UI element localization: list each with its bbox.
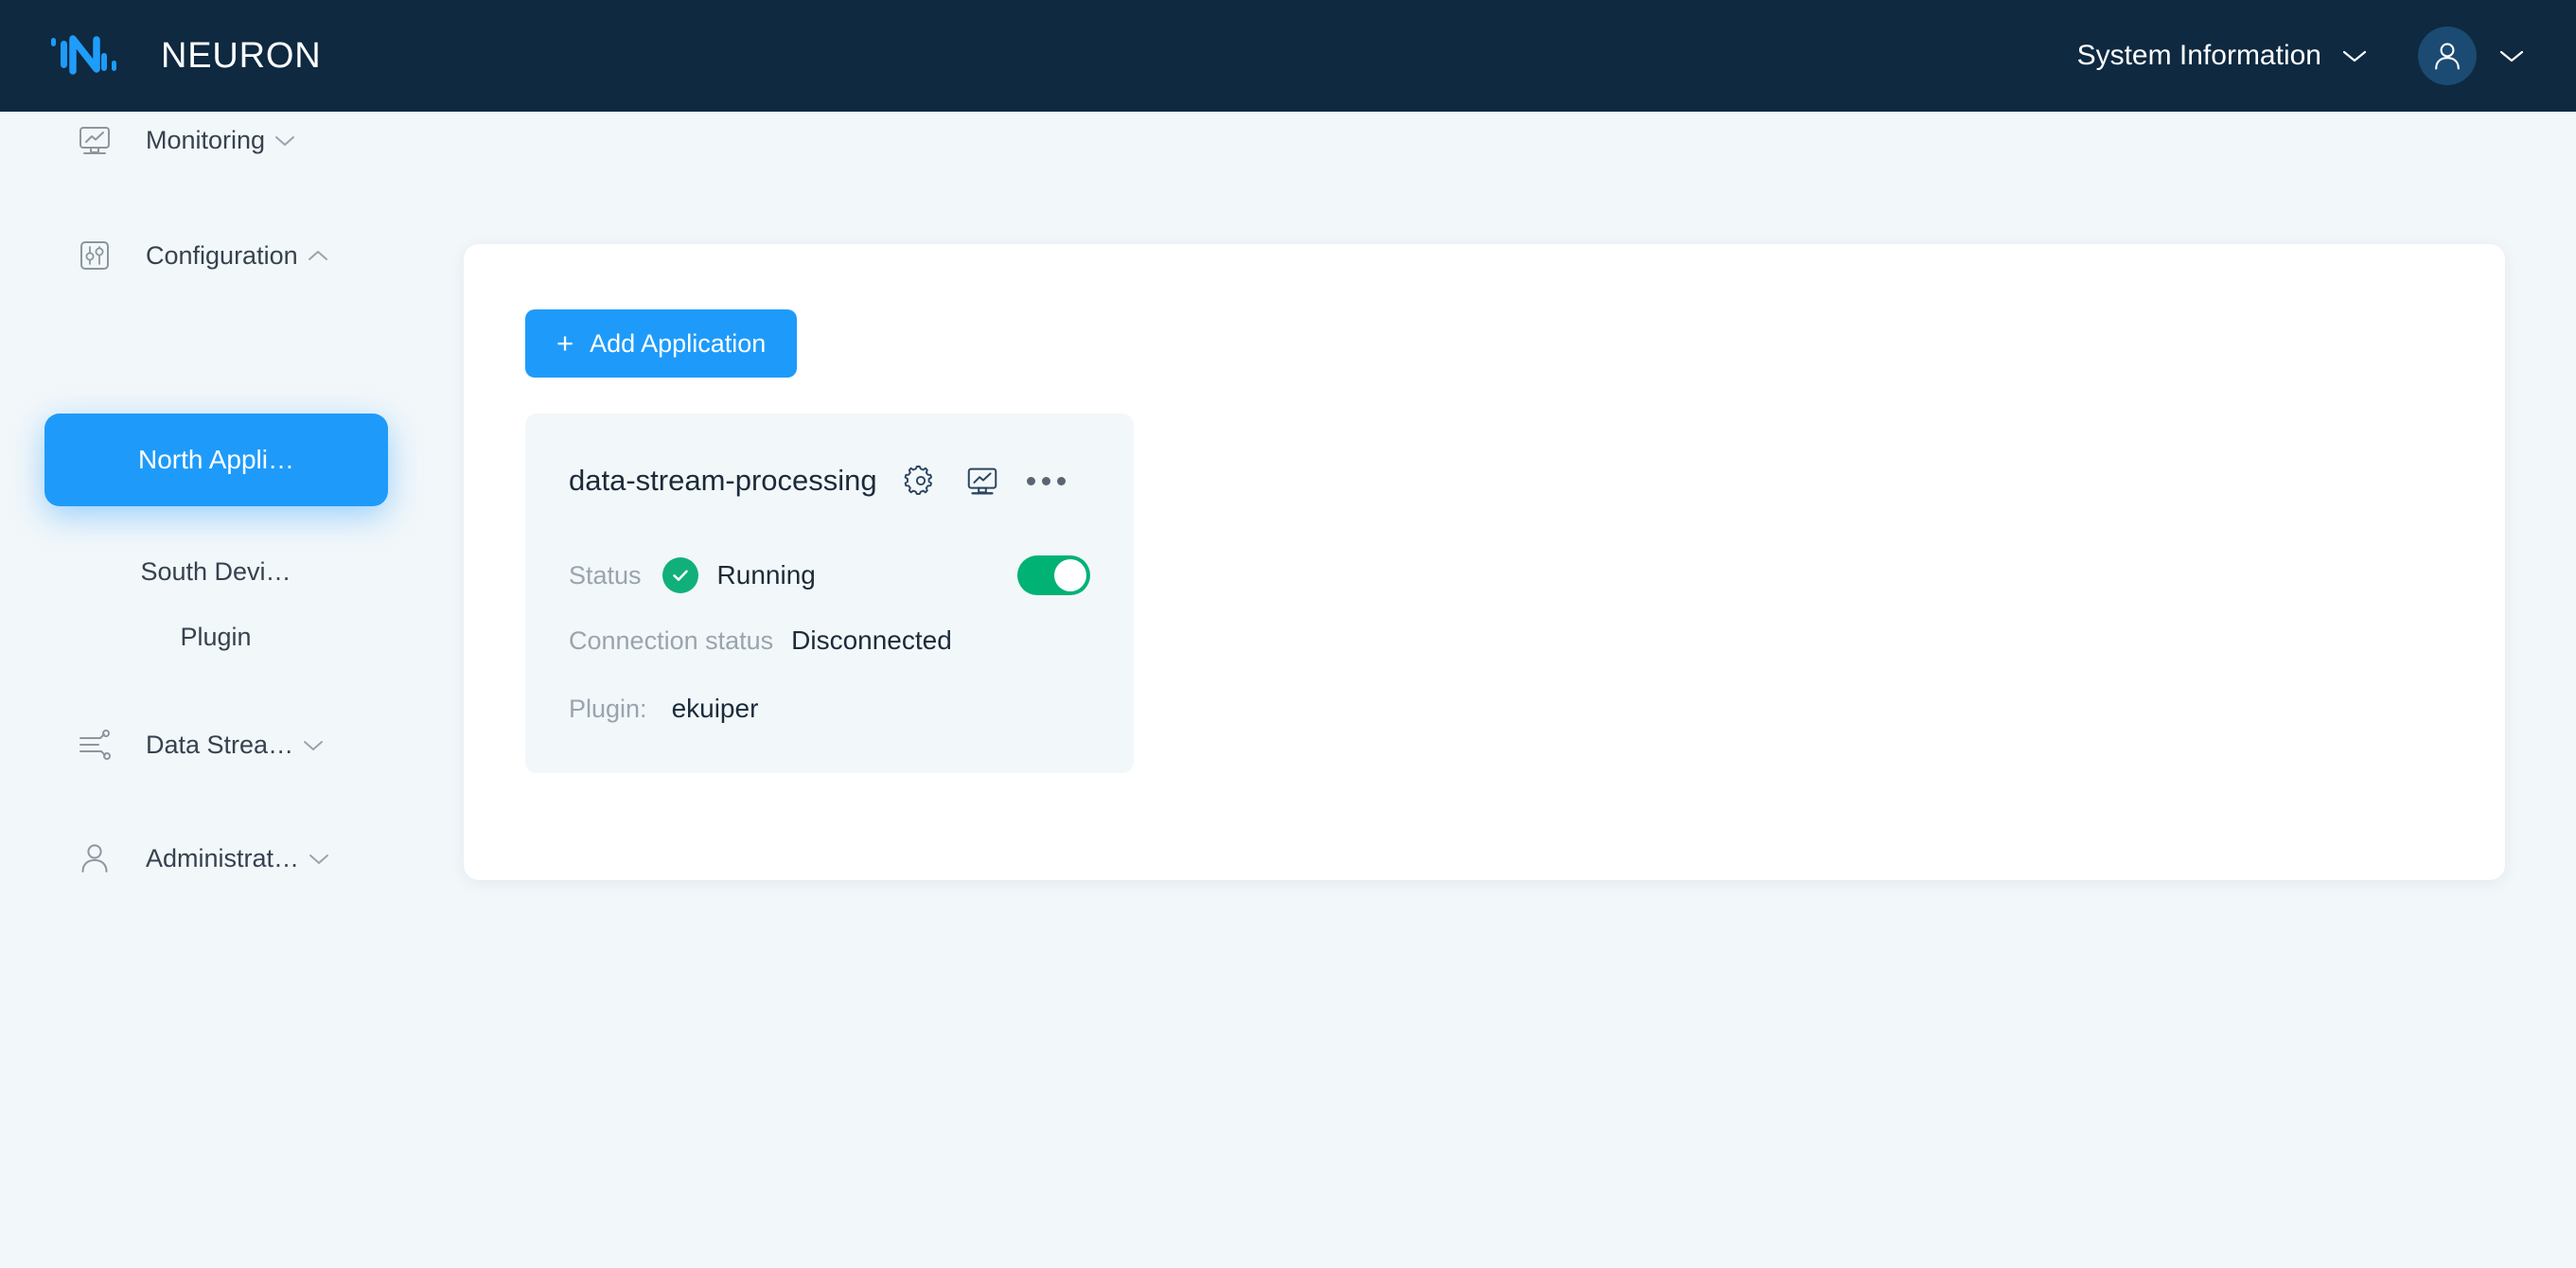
- user-icon: [74, 837, 115, 879]
- sidebar: Monitoring Configuration North Appli… So…: [0, 112, 432, 1268]
- system-information-label: System Information: [2076, 40, 2321, 71]
- ellipsis-dot: [1041, 476, 1050, 485]
- brand-name: NEURON: [161, 35, 322, 76]
- sidebar-item-label: Administrat…: [146, 843, 300, 872]
- sidebar-item-south-devices[interactable]: South Devi…: [0, 545, 432, 598]
- status-value: Running: [716, 560, 816, 590]
- plugin-label: Plugin:: [569, 695, 647, 723]
- status-row: Status Running: [569, 554, 1090, 597]
- avatar[interactable]: [2418, 26, 2477, 85]
- app-header: NEURON System Information: [0, 0, 2576, 112]
- sidebar-item-plugin[interactable]: Plugin: [0, 610, 432, 663]
- application-name: data-stream-processing: [569, 464, 877, 497]
- sidebar-item-north-applications[interactable]: North Appli…: [44, 414, 388, 506]
- sidebar-item-label: Plugin: [180, 622, 252, 651]
- connection-status-label: Connection status: [569, 626, 774, 655]
- header-right: System Information: [2072, 26, 2524, 85]
- add-application-label: Add Application: [590, 328, 767, 358]
- monitor-chart-icon[interactable]: [964, 463, 1000, 499]
- ellipsis-dot: [1026, 476, 1035, 485]
- connection-status-row: Connection status Disconnected: [569, 625, 952, 656]
- data-stream-icon: [74, 724, 115, 766]
- plugin-value: ekuiper: [671, 694, 759, 723]
- chevron-down-icon: [309, 853, 329, 865]
- chevron-down-icon: [274, 134, 295, 147]
- add-application-button[interactable]: + Add Application: [525, 309, 798, 378]
- plus-icon: +: [556, 326, 574, 360]
- sidebar-item-label: South Devi…: [140, 556, 291, 586]
- gear-icon[interactable]: [904, 464, 938, 498]
- plugin-row: Plugin: ekuiper: [569, 694, 758, 724]
- chevron-up-icon: [308, 250, 328, 262]
- sidebar-item-label: Monitoring: [146, 125, 266, 154]
- brand: NEURON: [49, 27, 321, 84]
- connection-status-value: Disconnected: [791, 625, 952, 655]
- chevron-down-icon: [2342, 49, 2367, 63]
- application-enable-toggle[interactable]: [1017, 555, 1090, 595]
- content-panel: + Add Application data-stream-processing: [464, 244, 2505, 880]
- sidebar-item-label: Data Strea…: [146, 730, 294, 759]
- toggle-knob: [1054, 559, 1086, 591]
- application-card[interactable]: data-stream-processing Status Running Co…: [525, 414, 1134, 773]
- sidebar-item-data-stream[interactable]: Data Strea…: [0, 716, 432, 773]
- chevron-down-icon: [303, 739, 324, 751]
- sidebar-item-label: North Appli…: [138, 445, 294, 474]
- neuron-logo-icon: [49, 27, 136, 84]
- sidebar-item-monitoring[interactable]: Monitoring: [0, 112, 432, 168]
- sidebar-item-label: Configuration: [146, 240, 298, 270]
- ellipsis-dot: [1056, 476, 1066, 485]
- monitor-chart-icon: [74, 119, 115, 161]
- user-menu[interactable]: [2418, 26, 2524, 85]
- card-title-row: data-stream-processing: [569, 463, 1066, 499]
- chevron-down-icon: [2499, 49, 2524, 63]
- sidebar-item-configuration[interactable]: Configuration: [0, 227, 432, 284]
- check-circle-icon: [662, 557, 698, 593]
- ellipsis-icon[interactable]: [1026, 476, 1066, 485]
- status-label: Status: [569, 560, 642, 590]
- sliders-icon: [74, 235, 115, 276]
- system-information-menu[interactable]: System Information: [2072, 30, 2373, 81]
- sidebar-item-administration[interactable]: Administrat…: [0, 830, 432, 887]
